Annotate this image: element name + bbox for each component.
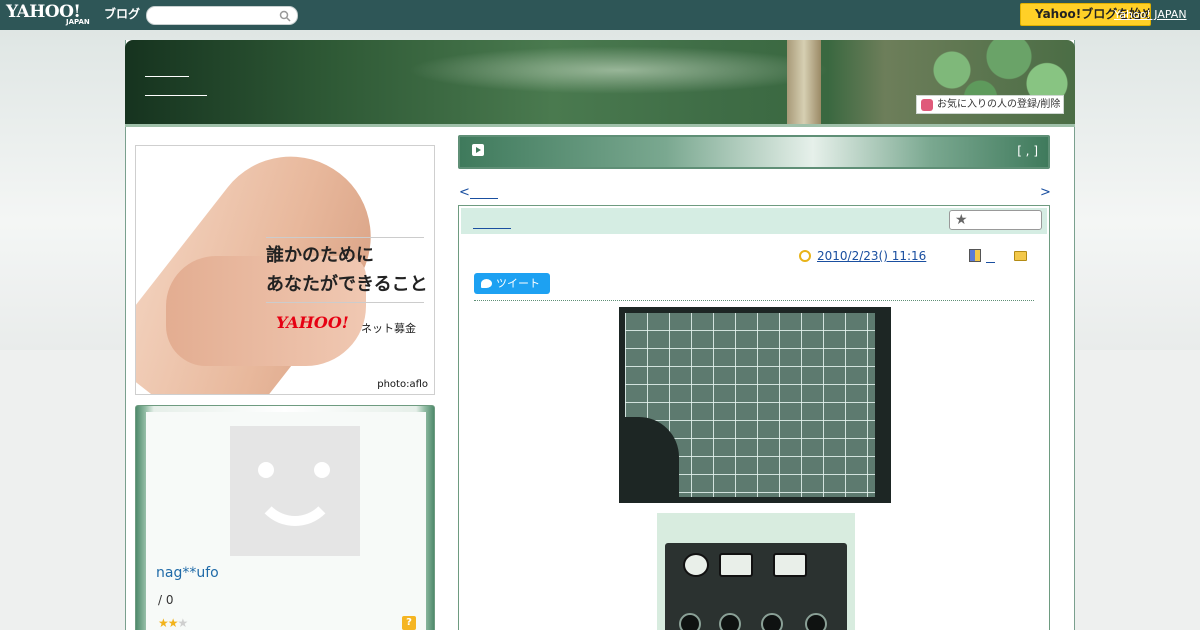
article-divider xyxy=(474,300,1034,301)
category-bracket: [ , ] xyxy=(1017,144,1038,158)
avatar[interactable] xyxy=(230,426,360,556)
ad-yahoo-logo: YAHOO! xyxy=(276,313,349,332)
profile-username[interactable]: nag**ufo xyxy=(156,565,219,581)
profile-count: / 0 xyxy=(158,593,174,607)
search-input[interactable] xyxy=(155,9,275,23)
logo-blog-text: ブログ xyxy=(104,7,141,21)
star-icon: ★ xyxy=(955,212,968,228)
favorite-register-button[interactable]: お気に入りの人の登録/削除 xyxy=(916,95,1064,114)
search-icon[interactable] xyxy=(279,10,291,22)
folder-icon[interactable] xyxy=(1014,251,1027,261)
ad-divider xyxy=(266,237,424,238)
control-knob xyxy=(719,613,741,630)
blog-description xyxy=(145,95,207,96)
ad-copy-line-1: 誰かのために xyxy=(266,245,374,266)
article-meta: 2010/2/23() 11:16 xyxy=(799,248,1039,266)
book-link[interactable] xyxy=(986,262,995,263)
tweet-button-label: ツイート xyxy=(496,277,540,290)
equipment-panel xyxy=(665,543,847,630)
clock-icon xyxy=(799,250,811,262)
search-box xyxy=(146,6,298,25)
meter-dial xyxy=(773,553,807,577)
profile-inner: nag**ufo / 0 ★★★ ? xyxy=(146,412,426,630)
prev-article-link[interactable] xyxy=(470,198,498,199)
header-tree-trunk xyxy=(787,40,821,126)
tweet-button[interactable]: ツイート xyxy=(474,273,550,294)
article: ★ 2010/2/23() 11:16 ツイート xyxy=(458,205,1050,630)
yahoo-japan-link[interactable]: Yahoo! JAPAN xyxy=(1114,8,1187,21)
control-knob xyxy=(679,613,701,630)
profile-box: nag**ufo / 0 ★★★ ? xyxy=(135,405,435,630)
help-icon[interactable]: ? xyxy=(402,616,416,630)
radio-equipment-photo[interactable] xyxy=(657,513,855,630)
arrow-right-icon xyxy=(472,144,484,156)
logo-japan-text: JAPAN xyxy=(66,18,90,26)
article-header: ★ xyxy=(461,208,1047,234)
meter-dial xyxy=(683,553,709,577)
star-filled-icon: ★ xyxy=(158,616,169,630)
control-knob xyxy=(805,613,827,630)
category-bar: [ , ] xyxy=(458,135,1050,169)
favorite-register-label: お気に入りの人の登録/削除 xyxy=(937,99,1061,110)
ad-logo-subtitle: ネット募金 xyxy=(361,322,416,335)
header-bottom-border xyxy=(125,124,1075,127)
rating-stars: ★★★ xyxy=(158,616,189,630)
circuit-diagram-photo[interactable] xyxy=(619,307,891,503)
article-title-link[interactable] xyxy=(473,228,511,229)
blog-title-link[interactable] xyxy=(145,76,189,77)
avatar-smile xyxy=(252,464,338,526)
heart-icon xyxy=(921,99,933,111)
article-date-link[interactable]: 2010/2/23() 11:16 xyxy=(817,249,926,263)
star-filled-icon: ★ xyxy=(167,616,179,630)
favorite-star-button[interactable]: ★ xyxy=(949,210,1042,230)
ad-divider xyxy=(266,302,424,303)
meter-dial xyxy=(719,553,753,577)
top-bar: YAHOO! JAPAN ブログ Yahoo!ブログを始める Yahoo! JA… xyxy=(0,0,1200,30)
next-article-arrow[interactable]: > xyxy=(1040,185,1051,200)
star-empty-icon: ★ xyxy=(177,616,189,630)
prev-article-arrow[interactable]: < xyxy=(459,185,470,200)
ad-photo-credit: photo:aflo xyxy=(377,379,428,390)
twitter-bird-icon xyxy=(481,279,492,288)
book-icon xyxy=(969,249,981,262)
yahoo-blog-logo[interactable]: YAHOO! JAPAN ブログ xyxy=(6,2,141,28)
charity-ad-banner[interactable]: 誰かのために あなたができること YAHOO! ネット募金 photo:aflo xyxy=(135,145,435,395)
control-knob xyxy=(761,613,783,630)
ad-copy: 誰かのために あなたができること xyxy=(266,241,428,299)
ad-copy-line-2: あなたができること xyxy=(266,274,428,295)
